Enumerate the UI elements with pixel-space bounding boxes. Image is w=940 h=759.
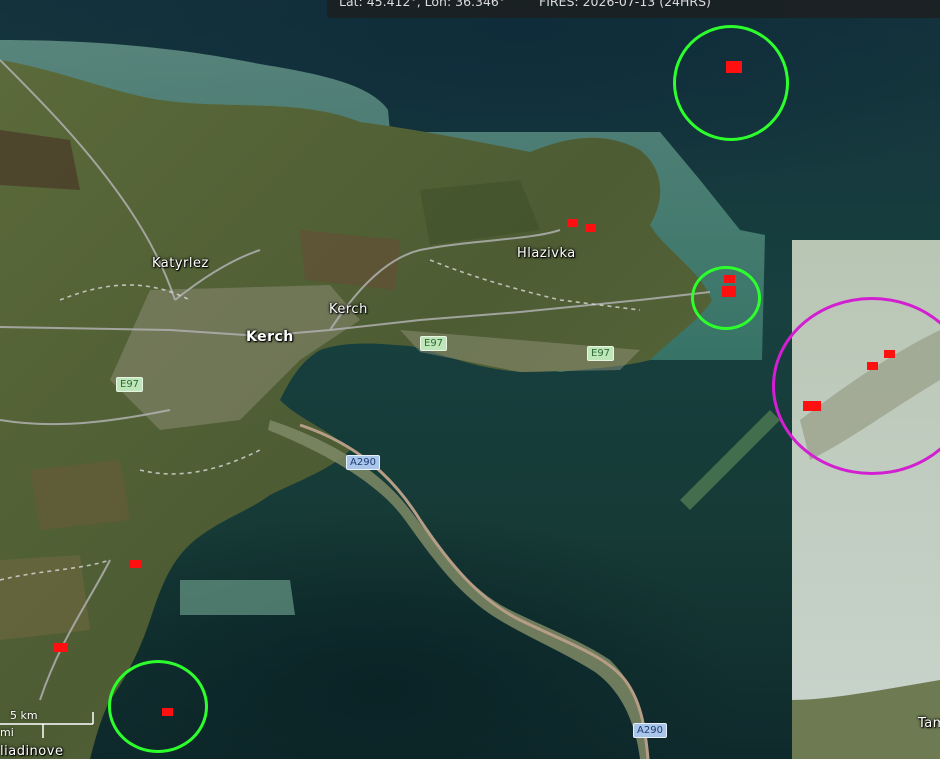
south-shoal — [180, 580, 295, 615]
coordinate-readout: Lat: 45.412°, Lon: 36.346° — [339, 0, 506, 9]
road-shield-a290: A290 — [633, 723, 667, 738]
road-shield-a290: A290 — [346, 455, 380, 470]
place-label-kerch-district[interactable]: Kerch — [329, 302, 368, 317]
urban-area — [110, 285, 360, 430]
field-patch — [300, 230, 400, 290]
scale-mi-label: mi — [0, 726, 14, 739]
fire-detection[interactable] — [567, 219, 578, 227]
highlight-ring — [691, 266, 761, 330]
place-label-kerch-city[interactable]: Kerch — [246, 329, 294, 345]
place-label-hlazivka[interactable]: Hlazivka — [517, 246, 576, 261]
road-shield-e97: E97 — [587, 346, 615, 361]
tuzla-spit — [268, 420, 648, 759]
fire-detection[interactable] — [585, 224, 596, 232]
place-label-liadinove[interactable]: liadinove — [0, 744, 63, 759]
fires-date-readout: FIRES: 2026-07-13 (24HRS) — [539, 0, 711, 9]
satellite-map[interactable]: Lat: 45.412°, Lon: 36.346° FIRES: 2026-0… — [0, 0, 940, 759]
kerch-peninsula — [0, 60, 712, 759]
scale-bar: 5 km mi — [0, 707, 96, 741]
field-patch — [30, 460, 130, 530]
scale-km-label: 5 km — [10, 709, 38, 722]
highlight-ring — [108, 660, 208, 753]
road-shield-e97: E97 — [420, 336, 448, 351]
highlight-ring — [673, 25, 789, 141]
fire-detection[interactable] — [54, 643, 68, 652]
field-patch — [0, 555, 90, 640]
spit-ribbon — [680, 410, 780, 510]
place-label-katyrlez[interactable]: Katyrlez — [152, 256, 209, 271]
road-shield-e97: E97 — [116, 377, 144, 392]
place-label-taman[interactable]: Tam — [918, 716, 940, 731]
coordinate-status-bar: Lat: 45.412°, Lon: 36.346° FIRES: 2026-0… — [327, 0, 940, 18]
fire-detection[interactable] — [130, 560, 141, 568]
